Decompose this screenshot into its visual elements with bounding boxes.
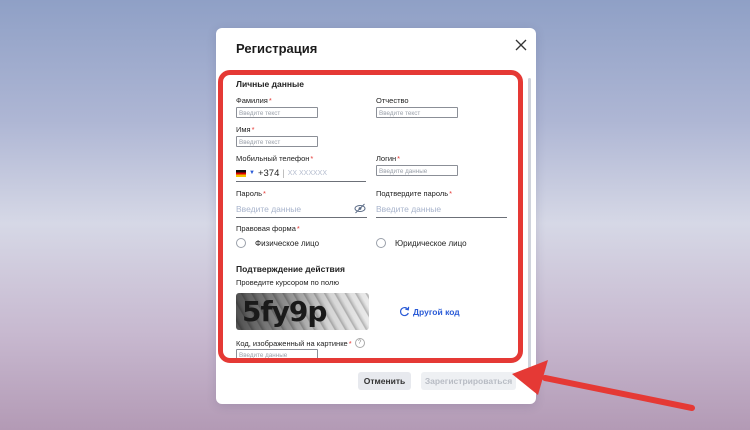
name-field[interactable]: Введите текст xyxy=(236,136,318,147)
phone-separator: | xyxy=(282,168,285,178)
modal-title: Регистрация xyxy=(236,41,318,56)
phone-code: +374 xyxy=(257,167,280,179)
password-label: Пароль* xyxy=(236,189,266,198)
captcha-hint: Проведите курсором по полю xyxy=(236,278,339,287)
login-field[interactable]: Введите данные xyxy=(376,165,458,176)
refresh-icon xyxy=(400,306,410,317)
phone-placeholder: XX XXXXXX xyxy=(287,169,327,177)
surname-field[interactable]: Введите текст xyxy=(236,107,318,118)
patronymic-label: Отчество xyxy=(376,96,409,105)
register-button[interactable]: Зарегистрироваться xyxy=(421,372,516,390)
patronymic-field[interactable]: Введите текст xyxy=(376,107,458,118)
radio-individual-label[interactable]: Физическое лицо xyxy=(255,239,319,248)
captcha-image[interactable]: 5fy9p xyxy=(236,293,369,330)
help-icon[interactable]: ? xyxy=(354,338,365,348)
scrollbar[interactable] xyxy=(528,78,531,374)
captcha-code-label: Код, изображенный на картинке * ? xyxy=(236,338,365,348)
section-personal-data: Личные данные xyxy=(236,79,304,89)
legal-form-label: Правовая форма* xyxy=(236,224,300,233)
captcha-code-field[interactable]: Введите данные xyxy=(236,349,318,360)
flag-icon[interactable] xyxy=(236,169,246,177)
chevron-down-icon[interactable]: ▼ xyxy=(249,170,255,176)
refresh-captcha-label: Другой код xyxy=(413,306,460,317)
eye-off-icon[interactable] xyxy=(354,203,366,214)
phone-label: Мобильный телефон* xyxy=(236,154,314,163)
captcha-text: 5fy9p xyxy=(242,295,327,328)
phone-field[interactable]: ▼ +374 | XX XXXXXX xyxy=(236,165,366,182)
login-label: Логин* xyxy=(376,154,401,163)
registration-modal: Регистрация Личные данные Фамилия* Введи… xyxy=(216,28,536,404)
section-confirm-action: Подтверждение действия xyxy=(236,264,345,274)
close-icon[interactable] xyxy=(514,38,528,52)
name-label: Имя* xyxy=(236,125,255,134)
refresh-captcha-button[interactable]: Другой код xyxy=(399,306,460,317)
cancel-button[interactable]: Отменить xyxy=(358,372,411,390)
radio-legal-entity-label[interactable]: Юридическое лицо xyxy=(395,239,467,248)
radio-legal-entity[interactable] xyxy=(376,238,386,248)
password-confirm-label: Подтвердите пароль* xyxy=(376,189,453,198)
surname-label: Фамилия* xyxy=(236,96,272,105)
radio-individual[interactable] xyxy=(236,238,246,248)
password-confirm-field[interactable]: Введите данные xyxy=(376,201,507,218)
password-field[interactable]: Введите данные xyxy=(236,201,367,218)
